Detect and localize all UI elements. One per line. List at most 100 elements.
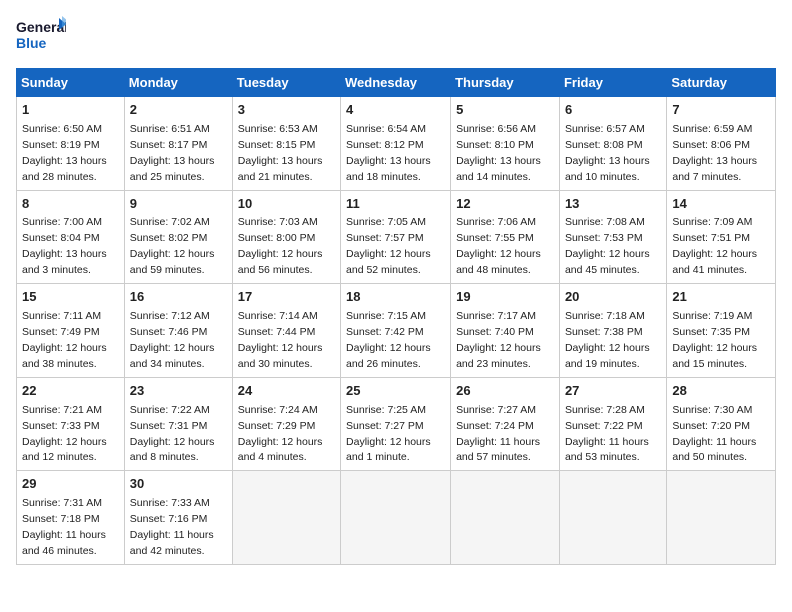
day-number: 23 <box>130 382 227 401</box>
day-cell: 14 Sunrise: 7:09 AMSunset: 7:51 PMDayligh… <box>667 190 776 284</box>
day-cell: 1 Sunrise: 6:50 AMSunset: 8:19 PMDaylight… <box>17 97 125 191</box>
logo-svg: General Blue <box>16 16 66 58</box>
day-number: 25 <box>346 382 445 401</box>
day-cell: 4 Sunrise: 6:54 AMSunset: 8:12 PMDaylight… <box>341 97 451 191</box>
day-info: Sunrise: 7:21 AMSunset: 7:33 PMDaylight:… <box>22 404 107 464</box>
day-info: Sunrise: 7:15 AMSunset: 7:42 PMDaylight:… <box>346 310 431 370</box>
day-cell: 22 Sunrise: 7:21 AMSunset: 7:33 PMDayligh… <box>17 377 125 471</box>
day-number: 9 <box>130 195 227 214</box>
day-number: 1 <box>22 101 119 120</box>
day-cell <box>559 471 666 565</box>
day-info: Sunrise: 7:00 AMSunset: 8:04 PMDaylight:… <box>22 216 107 276</box>
day-cell <box>667 471 776 565</box>
col-header-tuesday: Tuesday <box>232 69 340 97</box>
logo: General Blue <box>16 16 66 58</box>
col-header-friday: Friday <box>559 69 666 97</box>
day-cell: 15 Sunrise: 7:11 AMSunset: 7:49 PMDayligh… <box>17 284 125 378</box>
calendar-header-row: SundayMondayTuesdayWednesdayThursdayFrid… <box>17 69 776 97</box>
day-number: 2 <box>130 101 227 120</box>
day-number: 10 <box>238 195 335 214</box>
day-info: Sunrise: 7:05 AMSunset: 7:57 PMDaylight:… <box>346 216 431 276</box>
day-number: 3 <box>238 101 335 120</box>
col-header-wednesday: Wednesday <box>341 69 451 97</box>
day-number: 27 <box>565 382 661 401</box>
day-cell: 2 Sunrise: 6:51 AMSunset: 8:17 PMDaylight… <box>124 97 232 191</box>
day-info: Sunrise: 7:22 AMSunset: 7:31 PMDaylight:… <box>130 404 215 464</box>
day-cell: 29Sunrise: 7:31 AMSunset: 7:18 PMDayligh… <box>17 471 125 565</box>
day-cell: 12 Sunrise: 7:06 AMSunset: 7:55 PMDayligh… <box>451 190 560 284</box>
day-info: Sunrise: 6:56 AMSunset: 8:10 PMDaylight:… <box>456 123 541 183</box>
day-number: 13 <box>565 195 661 214</box>
day-info: Sunrise: 6:53 AMSunset: 8:15 PMDaylight:… <box>238 123 323 183</box>
day-info: Sunrise: 7:30 AMSunset: 7:20 PMDaylight:… <box>672 404 756 464</box>
day-info: Sunrise: 7:08 AMSunset: 7:53 PMDaylight:… <box>565 216 650 276</box>
day-info: Sunrise: 7:17 AMSunset: 7:40 PMDaylight:… <box>456 310 541 370</box>
day-info: Sunrise: 6:50 AMSunset: 8:19 PMDaylight:… <box>22 123 107 183</box>
day-cell: 27 Sunrise: 7:28 AMSunset: 7:22 PMDayligh… <box>559 377 666 471</box>
day-number: 24 <box>238 382 335 401</box>
day-info: Sunrise: 6:51 AMSunset: 8:17 PMDaylight:… <box>130 123 215 183</box>
day-cell: 5 Sunrise: 6:56 AMSunset: 8:10 PMDaylight… <box>451 97 560 191</box>
day-info: Sunrise: 6:59 AMSunset: 8:06 PMDaylight:… <box>672 123 757 183</box>
day-cell: 17Sunrise: 7:14 AMSunset: 7:44 PMDayligh… <box>232 284 340 378</box>
day-number: 6 <box>565 101 661 120</box>
day-cell: 7Sunrise: 6:59 AMSunset: 8:06 PMDaylight… <box>667 97 776 191</box>
svg-text:Blue: Blue <box>16 35 47 51</box>
day-cell: 19 Sunrise: 7:17 AMSunset: 7:40 PMDayligh… <box>451 284 560 378</box>
day-info: Sunrise: 7:03 AMSunset: 8:00 PMDaylight:… <box>238 216 323 276</box>
day-info: Sunrise: 7:18 AMSunset: 7:38 PMDaylight:… <box>565 310 650 370</box>
day-cell: 3 Sunrise: 6:53 AMSunset: 8:15 PMDaylight… <box>232 97 340 191</box>
svg-text:General: General <box>16 19 66 35</box>
col-header-monday: Monday <box>124 69 232 97</box>
day-cell: 28 Sunrise: 7:30 AMSunset: 7:20 PMDayligh… <box>667 377 776 471</box>
day-number: 12 <box>456 195 554 214</box>
day-cell <box>232 471 340 565</box>
day-number: 14 <box>672 195 770 214</box>
day-cell: 24 Sunrise: 7:24 AMSunset: 7:29 PMDayligh… <box>232 377 340 471</box>
day-cell: 30 Sunrise: 7:33 AMSunset: 7:16 PMDayligh… <box>124 471 232 565</box>
week-row-2: 8 Sunrise: 7:00 AMSunset: 8:04 PMDaylight… <box>17 190 776 284</box>
day-cell: 18 Sunrise: 7:15 AMSunset: 7:42 PMDayligh… <box>341 284 451 378</box>
day-number: 19 <box>456 288 554 307</box>
day-number: 20 <box>565 288 661 307</box>
day-cell: 6 Sunrise: 6:57 AMSunset: 8:08 PMDaylight… <box>559 97 666 191</box>
day-number: 22 <box>22 382 119 401</box>
day-cell: 21Sunrise: 7:19 AMSunset: 7:35 PMDayligh… <box>667 284 776 378</box>
day-info: Sunrise: 7:24 AMSunset: 7:29 PMDaylight:… <box>238 404 323 464</box>
day-cell: 20 Sunrise: 7:18 AMSunset: 7:38 PMDayligh… <box>559 284 666 378</box>
page-header: General Blue <box>16 16 776 58</box>
day-info: Sunrise: 6:54 AMSunset: 8:12 PMDaylight:… <box>346 123 431 183</box>
calendar-table: SundayMondayTuesdayWednesdayThursdayFrid… <box>16 68 776 565</box>
day-number: 15 <box>22 288 119 307</box>
day-info: Sunrise: 7:25 AMSunset: 7:27 PMDaylight:… <box>346 404 431 464</box>
day-cell: 9Sunrise: 7:02 AMSunset: 8:02 PMDaylight… <box>124 190 232 284</box>
day-info: Sunrise: 7:33 AMSunset: 7:16 PMDaylight:… <box>130 497 214 557</box>
day-info: Sunrise: 7:06 AMSunset: 7:55 PMDaylight:… <box>456 216 541 276</box>
day-cell: 26 Sunrise: 7:27 AMSunset: 7:24 PMDayligh… <box>451 377 560 471</box>
day-info: Sunrise: 6:57 AMSunset: 8:08 PMDaylight:… <box>565 123 650 183</box>
day-cell: 10 Sunrise: 7:03 AMSunset: 8:00 PMDayligh… <box>232 190 340 284</box>
day-info: Sunrise: 7:28 AMSunset: 7:22 PMDaylight:… <box>565 404 649 464</box>
week-row-3: 15 Sunrise: 7:11 AMSunset: 7:49 PMDayligh… <box>17 284 776 378</box>
col-header-saturday: Saturday <box>667 69 776 97</box>
day-number: 30 <box>130 475 227 494</box>
day-number: 8 <box>22 195 119 214</box>
day-number: 26 <box>456 382 554 401</box>
day-info: Sunrise: 7:19 AMSunset: 7:35 PMDaylight:… <box>672 310 757 370</box>
day-number: 4 <box>346 101 445 120</box>
col-header-thursday: Thursday <box>451 69 560 97</box>
day-info: Sunrise: 7:27 AMSunset: 7:24 PMDaylight:… <box>456 404 540 464</box>
day-cell: 16Sunrise: 7:12 AMSunset: 7:46 PMDayligh… <box>124 284 232 378</box>
week-row-1: 1 Sunrise: 6:50 AMSunset: 8:19 PMDaylight… <box>17 97 776 191</box>
day-info: Sunrise: 7:11 AMSunset: 7:49 PMDaylight:… <box>22 310 107 370</box>
day-number: 29 <box>22 475 119 494</box>
day-info: Sunrise: 7:09 AMSunset: 7:51 PMDaylight:… <box>672 216 757 276</box>
day-cell <box>341 471 451 565</box>
day-number: 18 <box>346 288 445 307</box>
day-cell: 23 Sunrise: 7:22 AMSunset: 7:31 PMDayligh… <box>124 377 232 471</box>
day-number: 16 <box>130 288 227 307</box>
day-number: 5 <box>456 101 554 120</box>
day-number: 11 <box>346 195 445 214</box>
day-number: 28 <box>672 382 770 401</box>
day-cell: 13 Sunrise: 7:08 AMSunset: 7:53 PMDayligh… <box>559 190 666 284</box>
